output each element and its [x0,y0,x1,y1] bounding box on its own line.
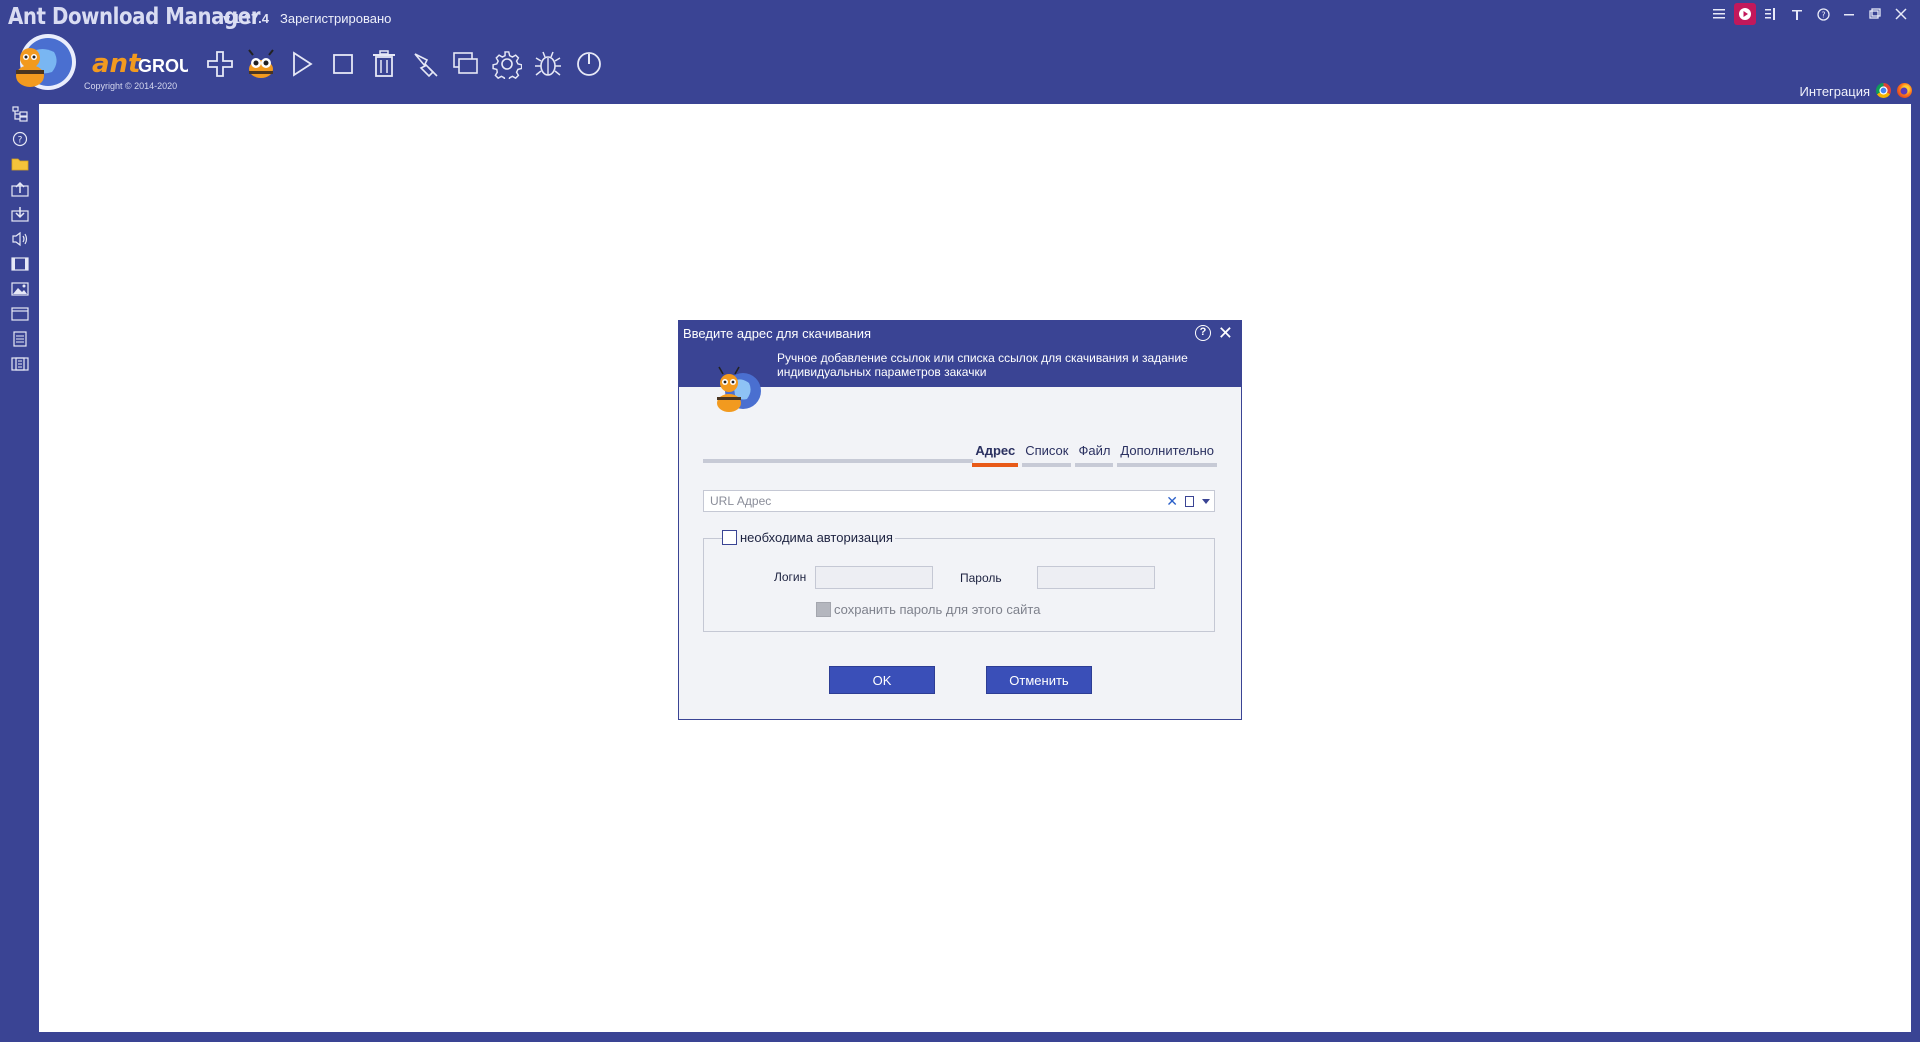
window-controls: ? [1706,3,1914,25]
tab-divider [703,459,973,463]
dialog-description: Ручное добавление ссылок или списка ссыл… [777,351,1188,379]
help-icon[interactable]: ? [1810,3,1836,25]
audio-icon[interactable] [10,231,30,247]
stop-icon[interactable] [327,48,359,80]
auth-label[interactable]: необходима авторизация [740,530,893,545]
save-password-checkbox[interactable] [816,602,831,617]
menu-icon[interactable] [1706,3,1732,25]
dialog-help-icon[interactable]: ? [1195,325,1211,341]
category-sidebar: ? [10,106,30,372]
document-icon[interactable] [10,331,30,347]
add-url-dialog: Введите адрес для скачивания ? ✕ Ручное … [678,320,1242,720]
windows-icon[interactable] [450,48,482,80]
app-version: v.1.17.4 [223,11,270,26]
login-label: Логин [774,570,807,584]
record-icon[interactable] [1734,3,1756,25]
title-bar: Ant Download Manager v.1.17.4 Зарегистри… [0,0,1920,36]
close-icon[interactable] [1888,3,1914,25]
dialog-close-icon[interactable]: ✕ [1218,323,1233,344]
delete-icon[interactable] [368,48,400,80]
help-circle-icon[interactable]: ? [10,131,30,147]
login-field[interactable] [815,566,933,589]
save-password-row: сохранить пароль для этого сайта [816,602,1040,617]
password-field[interactable] [1037,566,1155,589]
link-tool-icon[interactable] [409,48,441,80]
ant-mascot-icon [709,361,765,424]
ok-button[interactable]: OK [829,666,935,694]
dialog-header: Введите адрес для скачивания ? ✕ Ручное … [679,321,1241,412]
stats-icon[interactable] [1758,3,1784,25]
auth-checkbox[interactable] [722,530,737,545]
logo-ant-text: ant [92,49,142,79]
bug-icon[interactable] [532,48,564,80]
minimize-icon[interactable] [1836,3,1862,25]
folder-icon[interactable] [10,156,30,172]
logo-group-text: GROUP [138,56,188,76]
url-input[interactable]: URL Адрес ✕ [703,490,1215,512]
settings-icon[interactable] [491,48,523,80]
tab-file[interactable]: Файл [1075,443,1114,467]
clear-icon[interactable]: ✕ [1166,493,1178,510]
power-icon[interactable] [573,48,605,80]
chevron-down-icon[interactable] [1202,499,1210,504]
image-icon[interactable] [10,281,30,297]
play-icon[interactable] [286,48,318,80]
svg-text:?: ? [1821,10,1825,19]
registration-status: Зарегистрировано [280,11,392,26]
dialog-tabs: Адрес Список Файл Дополнительно [968,443,1217,467]
tab-address[interactable]: Адрес [972,443,1019,467]
cancel-button[interactable]: Отменить [986,666,1092,694]
ant-icon[interactable] [245,48,277,80]
copyright-text: Copyright © 2014-2020 [84,81,178,91]
integration-label[interactable]: Интеграция [1799,84,1870,99]
video-icon[interactable] [10,256,30,272]
svg-text:?: ? [18,136,23,146]
paste-icon[interactable] [1185,496,1194,507]
firefox-icon[interactable] [1897,83,1912,98]
pin-icon[interactable] [1784,3,1810,25]
restore-icon[interactable] [1862,3,1888,25]
browser-integration [1876,83,1912,98]
download-icon[interactable] [10,206,30,222]
tree-icon[interactable] [10,106,30,122]
tab-list[interactable]: Список [1022,443,1072,467]
window-icon[interactable] [10,306,30,322]
main-toolbar [204,48,605,80]
tab-advanced[interactable]: Дополнительно [1117,443,1217,467]
auth-group: необходима авторизация Логин Пароль сохр… [703,530,1215,632]
dialog-title: Введите адрес для скачивания [683,326,872,341]
add-icon[interactable] [204,48,236,80]
save-password-label: сохранить пароль для этого сайта [834,602,1041,617]
auth-legend: необходима авторизация [722,530,895,545]
url-placeholder: URL Адрес [710,494,772,508]
archive-icon[interactable] [10,356,30,372]
upload-icon[interactable] [10,181,30,197]
chrome-icon[interactable] [1876,83,1891,98]
password-label: Пароль [960,571,1002,585]
